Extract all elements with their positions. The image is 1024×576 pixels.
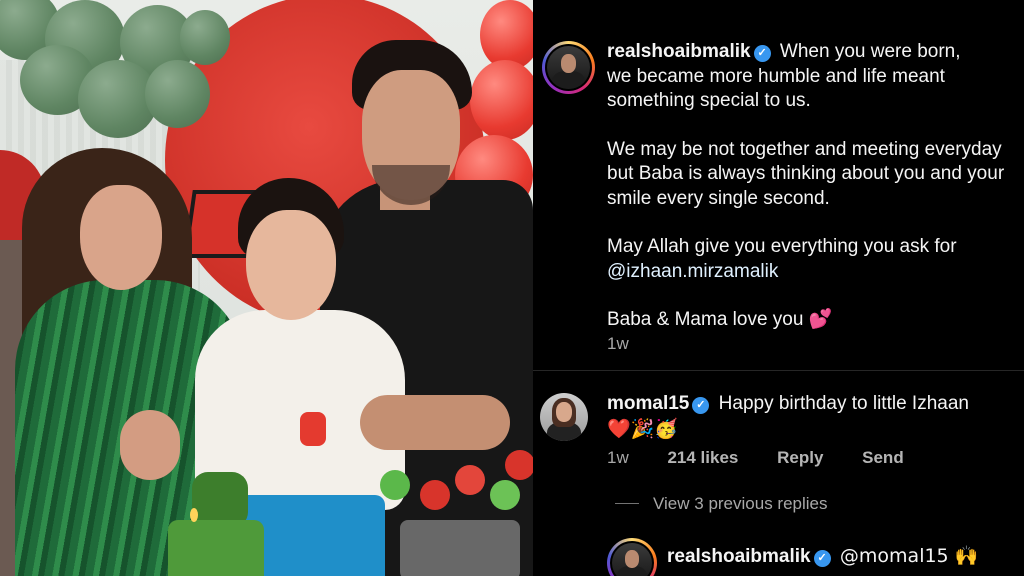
cake-pop	[490, 480, 520, 510]
verified-badge-icon: ✓	[753, 45, 771, 62]
comment-emojis: ❤️🎉🥳	[607, 417, 678, 440]
child-face	[246, 210, 336, 320]
comment-meta: 1w 214 likes Reply Send	[607, 448, 938, 468]
father-arm	[360, 395, 510, 450]
child-watch	[300, 412, 326, 446]
avatar-image	[612, 543, 652, 576]
red-balloon	[470, 60, 533, 140]
comments-panel: realshoaibmalik ✓ When you were born, we …	[533, 0, 1024, 576]
reply-button[interactable]: Reply	[777, 448, 823, 467]
replies-line-icon	[615, 503, 639, 504]
commenter-avatar[interactable]	[540, 393, 588, 441]
birthday-cake	[168, 520, 264, 576]
cake-pop	[420, 480, 450, 510]
green-balloon	[145, 60, 210, 128]
commenter-username[interactable]: momal15	[607, 393, 689, 414]
mother-hand	[120, 410, 180, 480]
post-author-username[interactable]: realshoaibmalik	[607, 41, 751, 62]
mother-face	[80, 185, 162, 290]
caption-line: something special to us.	[607, 90, 811, 111]
comment-likes[interactable]: 214 likes	[667, 448, 738, 467]
reply-author-avatar[interactable]	[607, 538, 657, 576]
candle-flame	[190, 508, 198, 522]
verified-badge-icon: ✓	[813, 550, 831, 567]
cake-pop	[455, 465, 485, 495]
caption-line: We may be not together and meeting every…	[607, 138, 1002, 160]
caption-line: but Baba is always thinking about you an…	[607, 163, 1005, 184]
post-author-avatar[interactable]	[542, 41, 595, 94]
green-balloon	[180, 10, 230, 65]
cake-pop-vase	[400, 520, 520, 576]
post-time: 1w	[607, 334, 629, 353]
comment-time: 1w	[607, 448, 629, 467]
send-button[interactable]: Send	[862, 448, 904, 467]
caption-line: we became more humble and life meant	[607, 65, 945, 87]
reply-text: @momal15 🙌	[839, 545, 979, 567]
verified-badge-icon: ✓	[692, 397, 710, 414]
view-replies-label: View 3 previous replies	[653, 494, 828, 513]
reply-author-username[interactable]: realshoaibmalik	[667, 546, 811, 567]
mention-link[interactable]: @izhaan.mirzamalik	[607, 260, 1024, 285]
comment-text: Happy birthday to little Izhaan	[718, 393, 969, 414]
post-meta: 1w	[607, 334, 663, 354]
caption-line: May Allah give you everything you ask fo…	[607, 236, 957, 257]
reply: realshoaibmalik ✓ @momal15 🙌	[667, 544, 978, 569]
caption-line: smile every single second.	[607, 187, 830, 209]
cake-pop	[505, 450, 533, 480]
avatar-image	[547, 46, 590, 89]
caption-line: When you were born,	[779, 41, 961, 62]
post-caption: realshoaibmalik ✓ When you were born, we …	[607, 40, 1024, 333]
comment: momal15 ✓ Happy birthday to little Izhaan…	[607, 392, 1024, 442]
post-photo[interactable]	[0, 0, 533, 576]
divider	[533, 370, 1024, 371]
view-replies-button[interactable]: View 3 previous replies	[615, 494, 828, 514]
caption-line: Baba & Mama love you 💕	[607, 309, 833, 330]
cake-pop	[380, 470, 410, 500]
